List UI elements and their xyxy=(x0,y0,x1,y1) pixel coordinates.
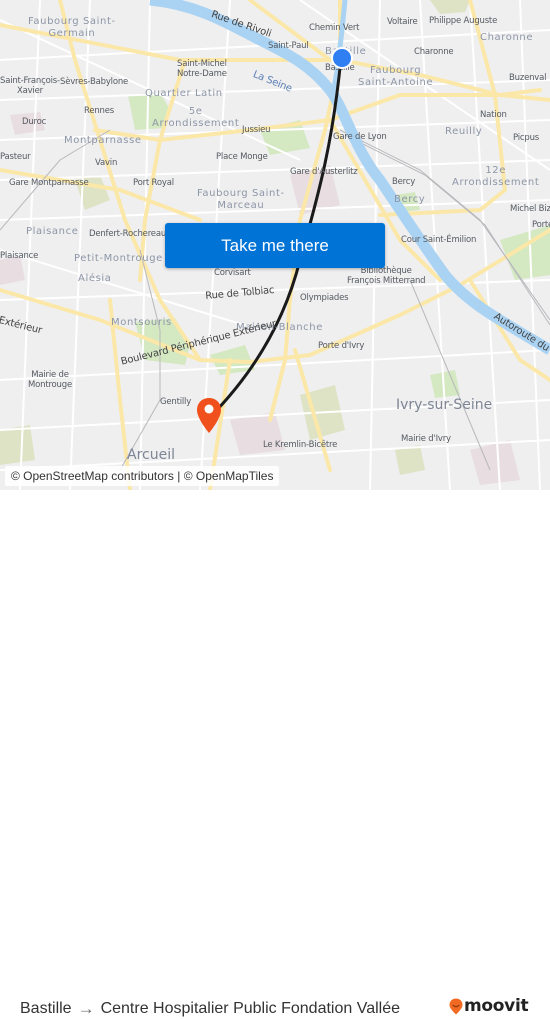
map-label-station: Philippe Auguste xyxy=(429,16,498,26)
map-label-station: Gare de Lyon xyxy=(333,132,387,142)
take-me-there-button[interactable]: Take me there xyxy=(165,223,385,268)
map-label-district: Charonne xyxy=(480,32,534,43)
brand-name: moovit xyxy=(464,996,529,1016)
map-label-station: Jussieu xyxy=(242,125,271,135)
map-label-station: Buzenval xyxy=(509,73,547,83)
map-label-station: Gare d'Austerlitz xyxy=(290,167,358,177)
map-label-district: Alésia xyxy=(78,273,112,284)
origin-marker-icon[interactable] xyxy=(330,46,354,70)
map-label-station: Olympiades xyxy=(300,293,349,303)
map-label-station: Corvisart xyxy=(214,268,251,278)
route-summary: Bastille → Centre Hospitalier Public Fon… xyxy=(20,999,400,1019)
map-label-station: Gentilly xyxy=(160,397,192,407)
map-label-station: Duroc xyxy=(22,117,47,127)
map-label-station: Gare Montparnasse xyxy=(9,178,89,188)
map-attribution[interactable]: © OpenStreetMap contributors | © OpenMap… xyxy=(5,466,280,486)
map-view[interactable]: Faubourg Saint- Germain Rue de Rivoli Ch… xyxy=(0,0,550,490)
map-label-station: Nation xyxy=(480,110,507,120)
map-label-district: Montparnasse xyxy=(64,135,142,146)
map-label: Faubourg Saint- Germain xyxy=(28,16,116,39)
origin-name: Bastille xyxy=(20,1000,72,1017)
park xyxy=(0,425,35,465)
map-label-district: Reuilly xyxy=(445,126,483,137)
footer-bar: Bastille → Centre Hospitalier Public Fon… xyxy=(0,490,550,1018)
map-label-district: Plaisance xyxy=(26,226,79,237)
map-label-station: Michel Bizot xyxy=(510,204,550,214)
map-label-station: Saint-Michel Notre-Dame xyxy=(177,59,227,79)
map-label-district: Montsouris xyxy=(111,317,172,328)
map-label-station: Plaisance xyxy=(0,251,39,261)
map-label-station: Voltaire xyxy=(387,17,418,27)
map-label-station: Porte d'Ivry xyxy=(318,341,365,351)
moovit-logo: moovit xyxy=(449,996,529,1016)
map-label-station: Bibliothèque François Mitterrand xyxy=(347,266,426,286)
block xyxy=(470,440,520,485)
map-label-station: Rennes xyxy=(84,106,114,116)
map-label-city: Arcueil xyxy=(127,447,175,463)
map-label-district: 5e Arrondissement xyxy=(152,106,240,129)
map-label-district: Petit-Montrouge xyxy=(74,253,163,264)
map-label-district: Faubourg Saint-Antoine xyxy=(358,65,434,88)
map-label-station: Bercy xyxy=(392,177,416,187)
map-label-station: Mairie d'Ivry xyxy=(401,434,451,444)
map-label-station: Mairie de Montrouge xyxy=(28,370,72,390)
map-label-district: Faubourg Saint- Marceau xyxy=(197,188,285,211)
moovit-pin-icon xyxy=(449,998,463,1014)
map-label-station: Charonne xyxy=(414,47,454,57)
map-label-station: Pasteur xyxy=(0,152,31,162)
park xyxy=(395,445,425,475)
map-label-station: Saint-Paul xyxy=(268,41,309,51)
map-label-station: Chemin Vert xyxy=(309,23,360,33)
map-label-station: Cour Saint-Émilion xyxy=(401,235,477,245)
map-label-station: Place Monge xyxy=(216,152,268,162)
map-label-station: Port Royal xyxy=(133,178,174,188)
map-label-station: Sèvres-Babylone xyxy=(60,77,129,87)
map-label-district: 12e Arrondissement xyxy=(452,165,540,188)
map-label-station: Porte xyxy=(532,220,550,230)
map-label-station: Denfert-Rochereau xyxy=(89,229,167,239)
map-label-district: Bercy xyxy=(394,194,426,205)
map-label-district: Quartier Latin xyxy=(145,88,223,99)
destination-name: Centre Hospitalier Public Fondation Vall… xyxy=(100,1000,400,1017)
map-label-city: Ivry-sur-Seine xyxy=(396,397,493,413)
arrow-right-icon: → xyxy=(77,999,95,1018)
map-label-station: Saint-François- Xavier xyxy=(0,76,60,96)
map-label-station: Picpus xyxy=(513,133,539,143)
park-pere-lachaise xyxy=(430,0,470,14)
map-label-station: Le Kremlin-Bicêtre xyxy=(263,440,338,450)
map-label-station: Vavin xyxy=(95,158,118,168)
destination-pin-icon[interactable] xyxy=(196,397,222,435)
